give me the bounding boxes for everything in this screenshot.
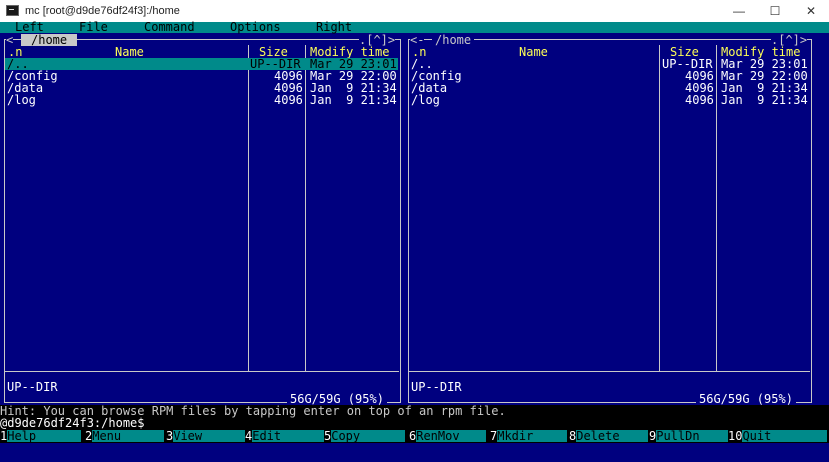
left-status-text: UP--DIR xyxy=(7,380,58,394)
right-panel-path: /home xyxy=(432,34,475,46)
f3-view-button[interactable]: 3View xyxy=(166,429,246,443)
f2-menu-button[interactable]: 2Menu xyxy=(85,429,165,443)
fkey-label: Mkdir xyxy=(497,430,568,442)
f4-edit-button[interactable]: 4Edit xyxy=(245,429,325,443)
f5-copy-button[interactable]: 5Copy xyxy=(324,429,406,443)
fkey-number: 10 xyxy=(728,429,743,443)
fkey-number: 7 xyxy=(490,429,498,443)
f10-quit-button[interactable]: 10Quit xyxy=(728,429,828,443)
menu-options[interactable]: Options xyxy=(230,21,281,33)
fkey-number: 8 xyxy=(569,429,577,443)
right-col-divider xyxy=(716,45,717,371)
close-button[interactable]: ✕ xyxy=(793,0,829,22)
left-status-divider xyxy=(5,371,399,372)
menu-right[interactable]: Right xyxy=(316,21,352,33)
maximize-button[interactable]: ☐ xyxy=(757,0,793,22)
fkey-number: 9 xyxy=(649,429,657,443)
fkey-label: Copy xyxy=(331,430,406,442)
f1-help-button[interactable]: 1Help xyxy=(0,429,82,443)
minimize-button[interactable]: — xyxy=(721,0,757,22)
fkey-number: 5 xyxy=(324,429,332,443)
f8-delete-button[interactable]: 8Delete xyxy=(569,429,649,443)
right-status-divider xyxy=(409,371,810,372)
terminal[interactable]: Left File Command Options Right < /home … xyxy=(0,21,829,462)
fkey-number: 2 xyxy=(85,429,93,443)
minimize-icon: — xyxy=(733,4,745,18)
fkey-label: Delete xyxy=(576,430,649,442)
left-panel-path: /home xyxy=(21,34,78,46)
fkey-label: Edit xyxy=(252,430,325,442)
maximize-icon: ☐ xyxy=(769,4,781,18)
fkey-number: 3 xyxy=(166,429,174,443)
fkey-number: 4 xyxy=(245,429,253,443)
file-modify-time: Jan 9 21:34 xyxy=(721,93,808,107)
menu-file[interactable]: File xyxy=(79,21,108,33)
menu-left[interactable]: Left xyxy=(15,21,44,33)
window-titlebar: mc [root@d9de76df24f3]:/home — ☐ ✕ xyxy=(0,0,829,22)
file-modify-time: Jan 9 21:34 xyxy=(310,93,397,107)
window-title: mc [root@d9de76df24f3]:/home xyxy=(25,5,180,17)
right-header-name[interactable]: Name xyxy=(519,46,548,58)
right-col-divider xyxy=(659,45,660,371)
fkey-label: Help xyxy=(7,430,82,442)
left-col-divider xyxy=(248,45,249,371)
left-col-divider xyxy=(305,45,306,371)
fkey-label: Menu xyxy=(92,430,165,442)
fkey-label: PullDn xyxy=(656,430,729,442)
shell-prompt[interactable]: @d9de76df24f3:/home$ xyxy=(0,417,145,429)
file-size: 4096 xyxy=(274,93,303,107)
left-header-name[interactable]: Name xyxy=(115,46,144,58)
file-size: 4096 xyxy=(685,93,714,107)
fkey-label: View xyxy=(173,430,246,442)
menu-command[interactable]: Command xyxy=(144,21,195,33)
hint-area: Hint: You can browse RPM files by tappin… xyxy=(0,405,829,429)
fkey-label: RenMov xyxy=(416,430,487,442)
function-key-bar: 1Help 2Menu 3View 4Edit 5Copy 6RenMov 7M… xyxy=(0,429,829,443)
fkey-number: 6 xyxy=(409,429,417,443)
right-status-text: UP--DIR xyxy=(411,380,462,394)
file-name: /log xyxy=(7,93,36,107)
file-name: /log xyxy=(411,93,440,107)
right-disk-usage: 56G/59G (95%) xyxy=(696,393,796,405)
f7-mkdir-button[interactable]: 7Mkdir xyxy=(490,429,568,443)
terminal-app-icon xyxy=(6,5,19,16)
f9-pulldn-button[interactable]: 9PullDn xyxy=(649,429,729,443)
f6-renmov-button[interactable]: 6RenMov xyxy=(409,429,487,443)
fkey-label: Quit xyxy=(742,430,828,442)
close-icon: ✕ xyxy=(805,4,817,18)
mc-menubar: Left File Command Options Right xyxy=(0,21,829,33)
fkey-number: 1 xyxy=(0,429,8,443)
